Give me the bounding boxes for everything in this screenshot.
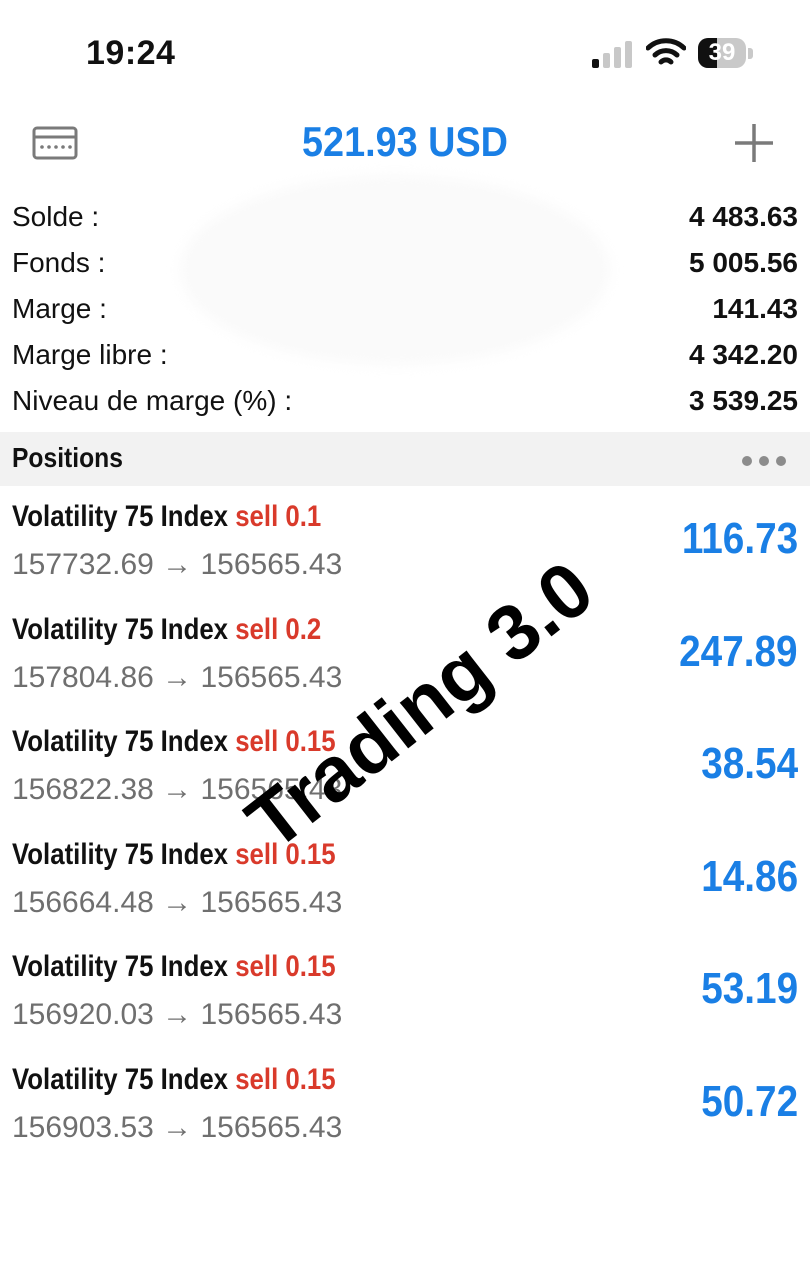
summary-row-free-margin: Marge libre : 4 342.20	[0, 333, 810, 379]
position-prices: 156903.53 → 156565.43	[12, 1110, 343, 1144]
status-bar: 19:24 39	[0, 0, 810, 100]
position-symbol: Volatility 75 Index	[12, 612, 229, 646]
account-summary: Solde : 4 483.63 Fonds : 5 005.56 Marge …	[0, 195, 810, 425]
summary-label: Niveau de marge (%) :	[12, 385, 293, 416]
summary-value: 4 483.63	[689, 201, 798, 232]
position-side: sell 0.15	[235, 1062, 336, 1096]
cellular-signal-icon	[592, 40, 634, 68]
battery-cap	[748, 48, 753, 59]
position-prices: 156920.03 → 156565.43	[12, 998, 343, 1032]
summary-row-balance: Solde : 4 483.63	[0, 195, 810, 241]
battery-level: 39	[708, 39, 736, 66]
position-profit: 14.86	[701, 851, 798, 901]
position-symbol: Volatility 75 Index	[12, 837, 229, 871]
position-prices: 157804.86 → 156565.43	[12, 660, 343, 694]
positions-section-header: Positions	[0, 432, 810, 486]
position-profit: 50.72	[701, 1076, 798, 1126]
position-row[interactable]: Volatility 75 Index sell 0.15 156920.03 …	[0, 946, 810, 1059]
summary-value: 141.43	[712, 293, 798, 324]
wifi-icon	[646, 38, 686, 65]
battery-icon: 39	[698, 38, 746, 68]
summary-row-margin-level: Niveau de marge (%) : 3 539.25	[0, 379, 810, 425]
position-symbol: Volatility 75 Index	[12, 725, 229, 759]
position-prices: 157732.69 → 156565.43	[12, 548, 343, 581]
summary-label: Marge :	[12, 293, 107, 324]
summary-value: 4 342.20	[689, 339, 798, 370]
position-symbol: Volatility 75 Index	[12, 1062, 229, 1096]
section-title: Positions	[12, 442, 123, 473]
position-symbol: Volatility 75 Index	[12, 500, 229, 533]
summary-value: 3 539.25	[689, 385, 798, 416]
summary-label: Solde :	[12, 201, 100, 232]
status-time: 19:24	[86, 34, 176, 72]
position-profit: 116.73	[681, 514, 798, 563]
position-prices: 156664.48 → 156565.43	[12, 885, 343, 919]
balance-title: 521.93 USD	[302, 118, 508, 165]
summary-row-equity: Fonds : 5 005.56	[0, 241, 810, 287]
position-row[interactable]: Volatility 75 Index sell 0.15 156903.53 …	[0, 1059, 810, 1172]
more-options-icon[interactable]	[742, 456, 786, 466]
position-row[interactable]: Volatility 75 Index sell 0.15 156664.48 …	[0, 834, 810, 947]
summary-label: Marge libre :	[12, 339, 168, 370]
position-profit: 38.54	[701, 739, 798, 789]
position-profit: 53.19	[701, 964, 798, 1014]
summary-value: 5 005.56	[689, 247, 798, 278]
add-order-icon[interactable]	[733, 122, 775, 164]
position-profit: 247.89	[679, 626, 798, 676]
position-side: sell 0.2	[235, 612, 322, 646]
position-side: sell 0.1	[235, 500, 322, 533]
position-side: sell 0.15	[235, 950, 336, 984]
positions-list: Volatility 75 Index sell 0.1 157732.69 →…	[0, 496, 810, 1172]
position-symbol: Volatility 75 Index	[12, 950, 229, 984]
summary-label: Fonds :	[12, 247, 106, 278]
account-header: 521.93 USD	[0, 100, 810, 190]
position-row[interactable]: Volatility 75 Index sell 0.1 157732.69 →…	[0, 496, 810, 609]
summary-row-margin: Marge : 141.43	[0, 287, 810, 333]
